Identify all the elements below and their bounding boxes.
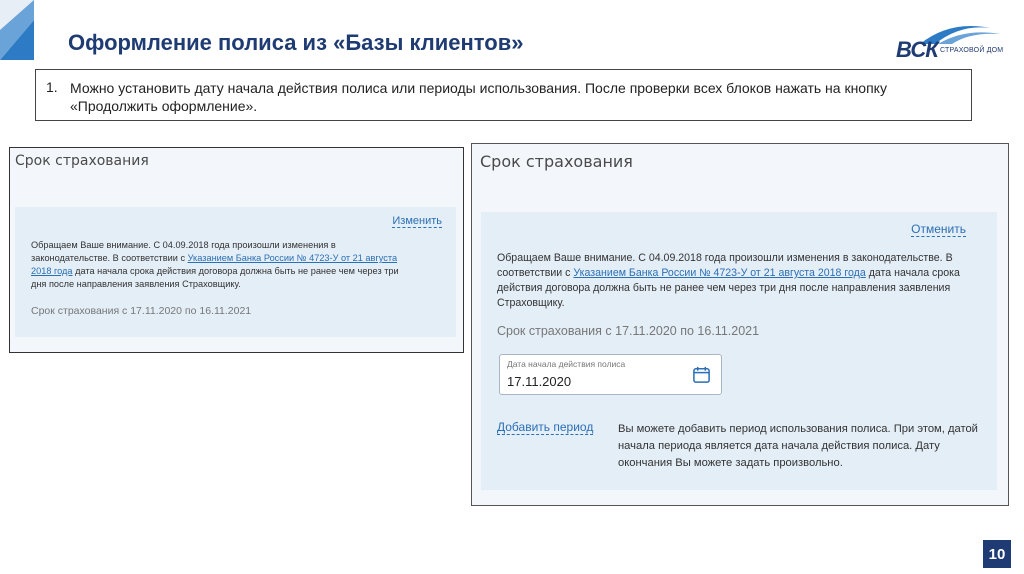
notice-block: Изменить Обращаем Ваше внимание. С 04.09… [15,207,456,337]
cancel-link[interactable]: Отменить [911,222,966,238]
date-field-label: Дата начала действия полиса [507,359,626,369]
policy-start-date-field[interactable]: Дата начала действия полиса 17.11.2020 [499,354,722,395]
notice-block: Отменить Обращаем Ваше внимание. С 04.09… [481,212,997,490]
corner-triangle-icon [0,0,34,60]
add-period-note: Вы можете добавить период использования … [618,423,978,469]
calendar-icon[interactable] [692,365,711,384]
logo-text: ВСК [896,37,939,62]
notice-text: Обращаем Ваше внимание. С 04.09.2018 год… [31,239,411,291]
logo-subtext: СТРАХОВОЙ ДОМ [940,47,1004,54]
page-number: 10 [983,540,1011,568]
period-text: Срок страхования с 17.11.2020 по 16.11.2… [31,305,252,317]
instruction-number: 1. [46,79,58,95]
instruction-text: Можно установить дату начала действия по… [70,80,887,114]
instruction-box: 1. Можно установить дату начала действия… [35,69,972,121]
bank-decree-link[interactable]: Указанием Банка России № 4723-У от 21 ав… [573,267,865,279]
edit-link[interactable]: Изменить [392,215,442,229]
date-field-value[interactable]: 17.11.2020 [507,374,571,389]
page-title: Оформление полиса из «Базы клиентов» [68,30,524,55]
period-text: Срок страхования с 17.11.2020 по 16.11.2… [497,324,760,338]
insurance-term-panel-after: Срок страхования Отменить Обращаем Ваше … [471,143,1009,506]
panel-title: Срок страхования [480,152,633,171]
add-period-link[interactable]: Добавить период [497,420,594,436]
notice-suffix: дата начала срока действия договора долж… [31,266,399,289]
insurance-term-panel-before: Срок страхования Изменить Обращаем Ваше … [9,147,464,353]
panel-title: Срок страхования [15,153,149,169]
notice-text: Обращаем Ваше внимание. С 04.09.2018 год… [497,251,967,311]
vsk-logo-icon: ВСК СТРАХОВОЙ ДОМ [890,20,1005,70]
